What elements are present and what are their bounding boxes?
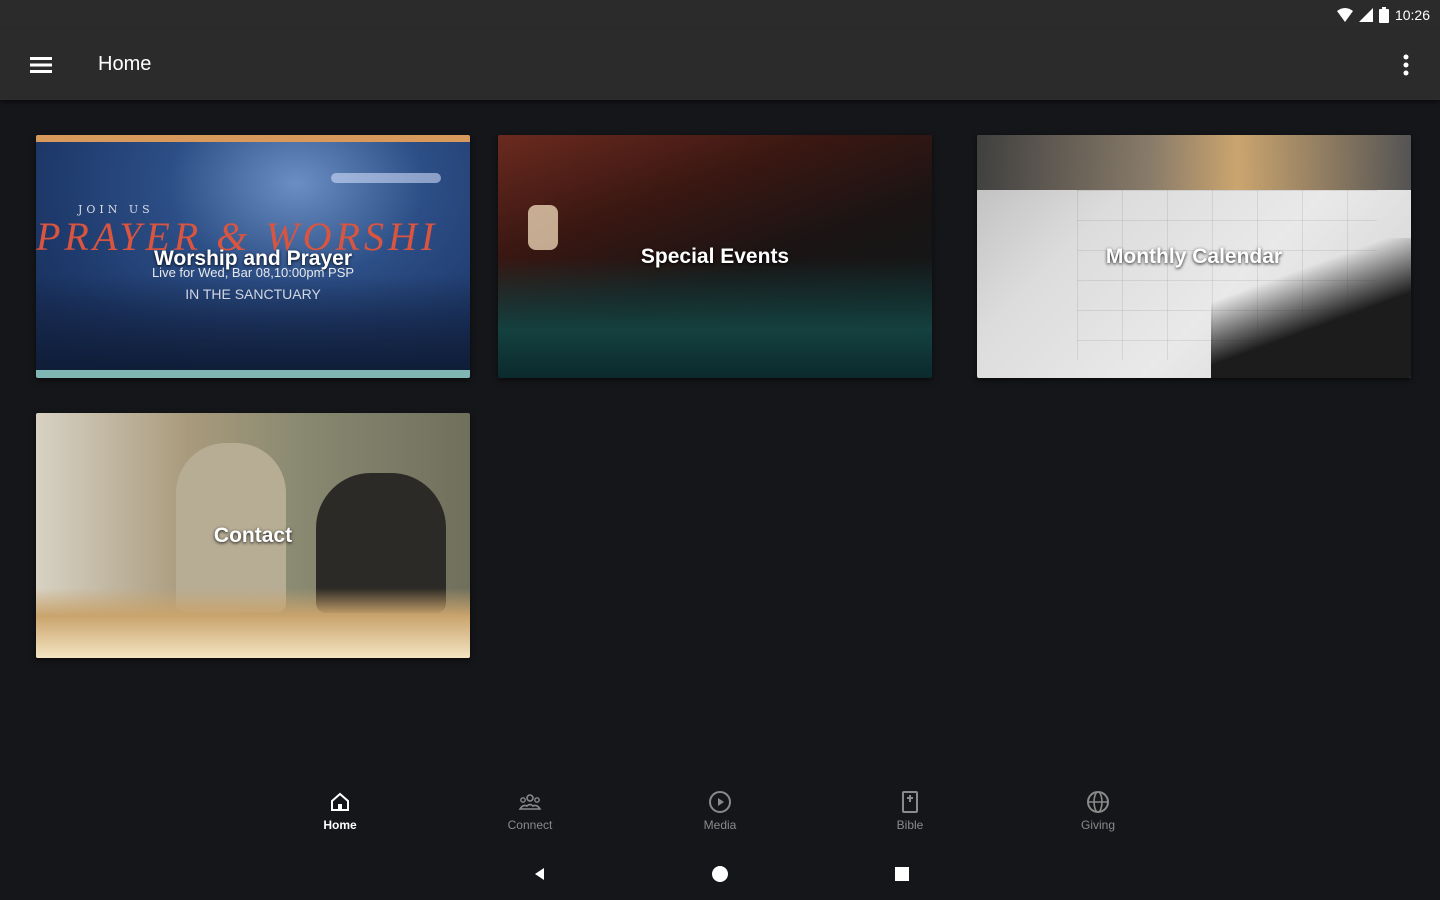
nav-item-media[interactable]: Media <box>670 790 770 832</box>
nav-label-home: Home <box>323 818 357 832</box>
home-icon <box>331 792 349 811</box>
tile-contact[interactable]: Contact <box>36 413 470 658</box>
tile-label: Monthly Calendar <box>1105 244 1283 268</box>
tile-label: Contact <box>213 523 293 547</box>
image-text-line2: IN THE SANCTUARY <box>185 286 321 302</box>
status-icons: 10:26 <box>1336 6 1430 24</box>
status-bar: 10:26 <box>0 0 1440 30</box>
nav-item-home[interactable]: Home <box>290 790 390 832</box>
group-icon <box>518 794 542 810</box>
tile-special-events[interactable]: Special Events <box>498 135 932 378</box>
app-bar: Home <box>0 30 1440 100</box>
book-icon <box>902 791 918 813</box>
more-vertical-icon[interactable] <box>1394 50 1418 80</box>
tile-worship-and-prayer[interactable]: JOIN US PRAYER & WORSHI Worship and Pray… <box>36 135 470 378</box>
status-time: 10:26 <box>1394 7 1430 23</box>
bottom-navigation: Home Connect Media Bible Giving <box>0 780 1440 850</box>
tile-monthly-calendar[interactable]: Monthly Calendar <box>977 135 1411 378</box>
tile-label: Special Events <box>640 244 790 268</box>
hamburger-menu-icon[interactable] <box>28 52 54 78</box>
image-text-line1: Live for Wed, Bar 08,10:00pm PSP <box>151 265 355 280</box>
play-circle-icon <box>709 791 731 813</box>
nav-label-bible: Bible <box>896 818 924 832</box>
nav-item-connect[interactable]: Connect <box>480 790 580 832</box>
nav-label-giving: Giving <box>1080 818 1115 832</box>
battery-icon <box>1378 7 1389 23</box>
page-title: Home <box>98 53 152 75</box>
nav-label-media: Media <box>703 818 737 832</box>
wifi-icon <box>1336 8 1353 22</box>
cell-signal-icon <box>1358 8 1373 22</box>
home-circle-icon[interactable] <box>710 864 730 884</box>
back-icon[interactable] <box>530 864 550 884</box>
nav-item-bible[interactable]: Bible <box>860 790 960 832</box>
nav-label-connect: Connect <box>507 818 553 832</box>
system-navigation-bar <box>0 856 1440 892</box>
recents-square-icon[interactable] <box>892 864 912 884</box>
nav-item-giving[interactable]: Giving <box>1048 790 1148 832</box>
globe-icon <box>1087 791 1109 813</box>
